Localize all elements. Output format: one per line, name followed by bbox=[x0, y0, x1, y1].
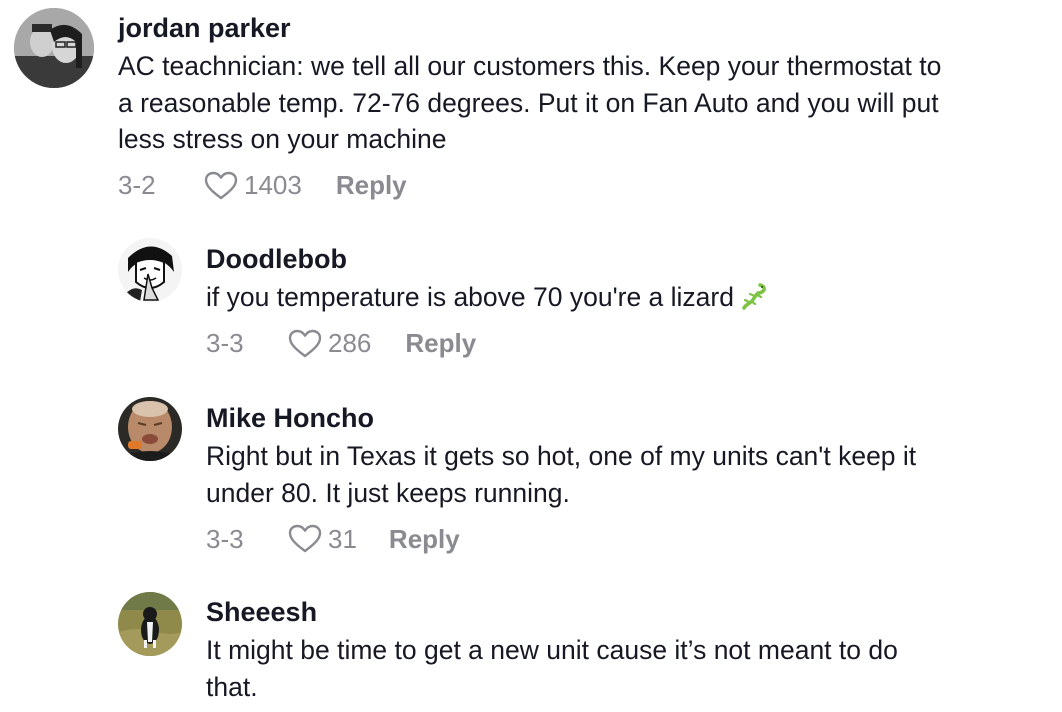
like-button[interactable]: 1403 bbox=[204, 170, 302, 202]
avatar[interactable] bbox=[118, 592, 182, 656]
avatar-photo bbox=[118, 238, 182, 302]
reply-button[interactable]: Reply bbox=[336, 170, 407, 201]
comment-text: Right but in Texas it gets so hot, one o… bbox=[206, 438, 916, 511]
comment-text-line: Right but in Texas it gets so hot, one o… bbox=[206, 441, 917, 471]
comment-date: 3-3 bbox=[206, 328, 244, 358]
comment-text-line: if you temperature is above 70 you're a … bbox=[206, 282, 734, 312]
avatar-photo bbox=[118, 397, 182, 461]
comment-text: AC teachnician: we tell all our customer… bbox=[118, 48, 941, 158]
heart-outline-icon bbox=[204, 171, 238, 199]
reply-button[interactable]: Reply bbox=[405, 328, 476, 359]
comment-text-line: that. bbox=[206, 671, 258, 702]
comment-meta: 3-3 286 Reply bbox=[206, 324, 768, 364]
comment-username[interactable]: Mike Honcho bbox=[206, 402, 916, 434]
heart-outline-icon bbox=[288, 524, 322, 553]
comment-username[interactable]: Sheeesh bbox=[206, 596, 898, 628]
like-count: 286 bbox=[328, 328, 372, 358]
like-button[interactable]: 286 bbox=[288, 328, 371, 360]
lizard-emoji bbox=[742, 283, 766, 310]
like-button[interactable]: 31 bbox=[288, 523, 357, 555]
like-count: 31 bbox=[328, 523, 357, 554]
avatar-photo bbox=[118, 592, 182, 656]
comment-date: 3-3 bbox=[206, 523, 244, 554]
comment-text-line: It might be time to get a new unit cause… bbox=[206, 635, 898, 665]
comment-meta: 3-3 31 Reply bbox=[206, 519, 916, 559]
comment-text-line: a reasonable temp. 72-76 degrees. Put it… bbox=[118, 87, 939, 118]
avatar[interactable] bbox=[14, 8, 94, 88]
comment-date: 3-2 bbox=[118, 170, 156, 200]
comment-text-line: less stress on your machine bbox=[118, 124, 447, 154]
comment-text-line: under 80. It just keeps running. bbox=[206, 477, 570, 508]
comment-username[interactable]: jordan parker bbox=[118, 12, 941, 44]
comment-text: if you temperature is above 70 you're a … bbox=[206, 279, 768, 316]
avatar[interactable] bbox=[118, 397, 182, 461]
comment-text: It might be time to get a new unit cause… bbox=[206, 632, 898, 705]
heart-outline-icon bbox=[288, 329, 322, 357]
avatar-photo bbox=[14, 8, 94, 88]
reply-button[interactable]: Reply bbox=[389, 524, 460, 555]
comment-username[interactable]: Doodlebob bbox=[206, 243, 768, 275]
avatar[interactable] bbox=[118, 238, 182, 302]
comment-meta: 3-2 1403 Reply bbox=[118, 166, 941, 206]
like-count: 1403 bbox=[244, 170, 302, 200]
comment-text-line: AC teachnician: we tell all our customer… bbox=[118, 51, 942, 81]
